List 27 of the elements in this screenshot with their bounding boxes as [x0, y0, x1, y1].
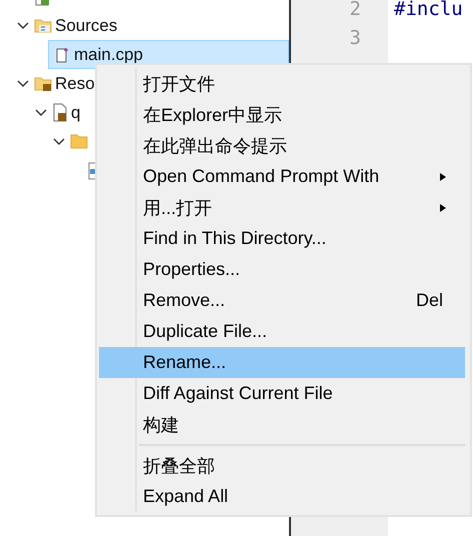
- tree-row[interactable]: q: [0, 98, 84, 127]
- menu-item[interactable]: Duplicate File...: [99, 316, 465, 347]
- menu-item[interactable]: Expand All: [99, 481, 465, 512]
- source-file-icon: [55, 46, 71, 64]
- menu-item[interactable]: 构建: [99, 409, 465, 440]
- tree-row[interactable]: Reso: [0, 69, 98, 98]
- menu-item[interactable]: 折叠全部: [99, 450, 465, 481]
- menu-item[interactable]: 打开文件: [99, 68, 465, 99]
- menu-item[interactable]: Find in This Directory...: [99, 223, 465, 254]
- menu-item[interactable]: 在此弹出命令提示: [99, 130, 465, 161]
- menu-item[interactable]: Remove... Del: [99, 285, 465, 316]
- source-folder-icon: [34, 18, 52, 33]
- menu-item[interactable]: Properties...: [99, 254, 465, 285]
- menu-item[interactable]: Diff Against Current File: [99, 378, 465, 409]
- submenu-arrow-icon: [439, 202, 447, 212]
- submenu-arrow-icon: [439, 172, 447, 182]
- tree-row[interactable]: Sources: [0, 11, 120, 40]
- menu-item[interactable]: Open Command Prompt With: [99, 161, 465, 192]
- folder-icon: [70, 134, 88, 149]
- line-number: 3: [348, 26, 362, 48]
- menu-item[interactable]: 在Explorer中显示: [99, 99, 465, 130]
- menu-item[interactable]: Rename...: [99, 347, 465, 378]
- menu-item[interactable]: 用...打开: [99, 192, 465, 223]
- code-text: #inclu: [393, 0, 463, 20]
- resource-folder-icon: [34, 76, 52, 92]
- line-number: 2: [348, 0, 362, 20]
- resource-file-icon: [52, 103, 68, 122]
